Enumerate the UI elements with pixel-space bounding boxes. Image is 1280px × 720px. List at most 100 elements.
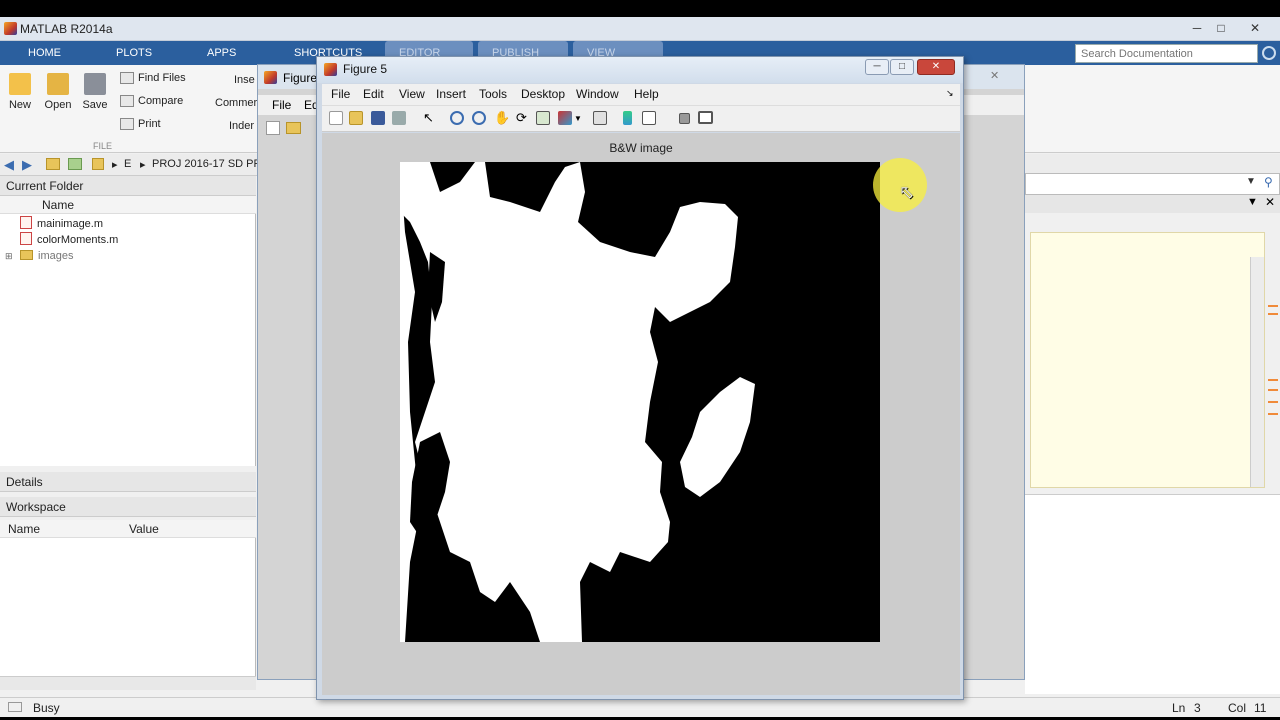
search-icon[interactable] [1262,46,1276,60]
back-arrow-icon[interactable]: ◀ [4,157,14,173]
maximize-icon[interactable]: □ [1210,20,1232,36]
details-header[interactable]: Details [0,472,256,492]
menu-desktop[interactable]: Desktop [521,87,565,101]
brush-icon[interactable] [558,111,572,125]
menu-arrow-icon[interactable]: ↘ [946,88,954,99]
hide-tools-icon[interactable] [679,113,690,124]
close-icon[interactable]: ✕ [990,69,999,82]
up-folder-icon[interactable] [46,158,60,170]
save-button[interactable]: Save [80,73,110,111]
folder-name: images [38,250,74,262]
editor-pane[interactable] [1030,232,1265,488]
column-label: Col [1228,701,1247,715]
find-files-label: Find Files [138,72,186,84]
menu-tools[interactable]: Tools [479,87,507,101]
bw-image-graphic [400,162,880,642]
rotate-3d-icon[interactable]: ⟳ [516,110,527,126]
show-tools-icon[interactable] [698,111,713,124]
menu-edit[interactable]: Edit [363,87,384,101]
matlab-logo-icon [4,22,17,35]
code-marker [1268,305,1278,307]
right-command-field[interactable]: ▼ ⚲ [1025,173,1280,195]
axes-title: B&W image [609,141,673,155]
tab-plots[interactable]: PLOTS [102,41,166,65]
forward-arrow-icon[interactable]: ▶ [22,157,32,173]
close-icon[interactable]: ✕ [1244,20,1266,36]
crumb-separator: ▸ [112,159,118,171]
insert-label[interactable]: Inse [234,74,255,86]
list-item[interactable]: colorMoments.m [20,232,118,248]
figure-icon [264,71,277,84]
search-icon[interactable]: ⚲ [1264,175,1273,189]
menu-help[interactable]: Help [634,87,659,101]
file-group-label: FILE [93,141,113,151]
open-button[interactable]: Open [42,73,74,111]
workspace-header: Workspace [0,497,256,517]
command-window[interactable] [1025,494,1280,694]
brush-dropdown-icon[interactable]: ▼ [574,114,582,123]
indent-label[interactable]: Inder [229,120,254,132]
pan-icon[interactable]: ✋ [494,110,510,126]
workspace-table[interactable] [0,538,256,676]
vertical-scrollbar[interactable] [1250,257,1264,487]
zoom-in-icon[interactable] [450,111,464,125]
file-name: mainimage.m [37,218,104,230]
menu-view[interactable]: View [399,87,425,101]
menu-insert[interactable]: Insert [436,87,466,101]
workspace-columns: Name Value [0,520,256,538]
comment-label[interactable]: Commer [215,97,257,109]
root-folder-icon [92,158,104,170]
compare-label: Compare [138,95,184,107]
compare-button[interactable]: Compare [120,95,184,108]
breadcrumb-2[interactable]: PROJ 2016-17 SD PRO [152,158,270,170]
horizontal-scrollbar[interactable] [0,676,256,690]
menu-file[interactable]: File [272,98,291,112]
list-item[interactable]: images [20,248,73,264]
figure-5-window[interactable]: Figure 5 ─ □ ✕ File Edit View Insert Too… [316,56,964,700]
minimize-icon[interactable]: ─ [865,59,889,75]
pointer-icon[interactable]: ↖ [423,110,434,126]
title-bar: MATLAB R2014a ─ □ ✕ [0,17,1280,41]
tab-home[interactable]: HOME [14,41,75,65]
panel-options-icon[interactable]: ▼ [1247,196,1258,208]
menu-file[interactable]: File [331,87,350,101]
new-button[interactable]: New [6,73,34,111]
new-figure-icon[interactable] [266,121,280,135]
status-icon [8,702,22,712]
link-plot-icon[interactable] [593,111,607,125]
current-folder-panel: Current Folder Name mainimage.m colorMom… [0,176,256,466]
close-icon[interactable]: ✕ [1265,195,1275,209]
maximize-icon[interactable]: □ [890,59,914,75]
zoom-out-icon[interactable] [472,111,486,125]
figure-menubar: File Edit View Insert Tools Desktop Wind… [322,84,960,106]
expand-icon[interactable]: ⊞ [5,251,13,262]
name-column[interactable]: Name [42,198,74,212]
tab-apps[interactable]: APPS [193,41,250,65]
browse-folder-icon[interactable] [68,158,82,170]
open-file-icon[interactable] [349,111,363,125]
app-title: MATLAB R2014a [20,22,113,36]
find-files-button[interactable]: Find Files [120,72,186,85]
print-label: Print [138,118,161,130]
colorbar-icon[interactable] [623,111,632,125]
close-icon[interactable]: ✕ [917,59,955,75]
column-header: Name [0,196,256,214]
mouse-pointer-icon: ⬁ [899,182,915,202]
save-figure-icon[interactable] [371,111,385,125]
legend-icon[interactable] [642,111,656,125]
breadcrumb-1[interactable]: E [124,158,131,170]
folder-icon [20,250,33,260]
open-folder-icon[interactable] [286,122,301,134]
data-cursor-icon[interactable] [536,111,550,125]
list-item[interactable]: mainimage.m [20,216,103,232]
new-figure-icon[interactable] [329,111,343,125]
code-marker [1268,389,1278,391]
minimize-icon[interactable]: ─ [1186,20,1208,36]
dropdown-arrow-icon[interactable]: ▼ [1246,176,1256,187]
workspace-value-column[interactable]: Value [129,522,159,536]
workspace-name-column[interactable]: Name [8,522,40,536]
menu-window[interactable]: Window [576,87,619,101]
print-button[interactable]: Print [120,118,161,131]
search-input[interactable] [1075,44,1258,63]
print-figure-icon[interactable] [392,111,406,125]
